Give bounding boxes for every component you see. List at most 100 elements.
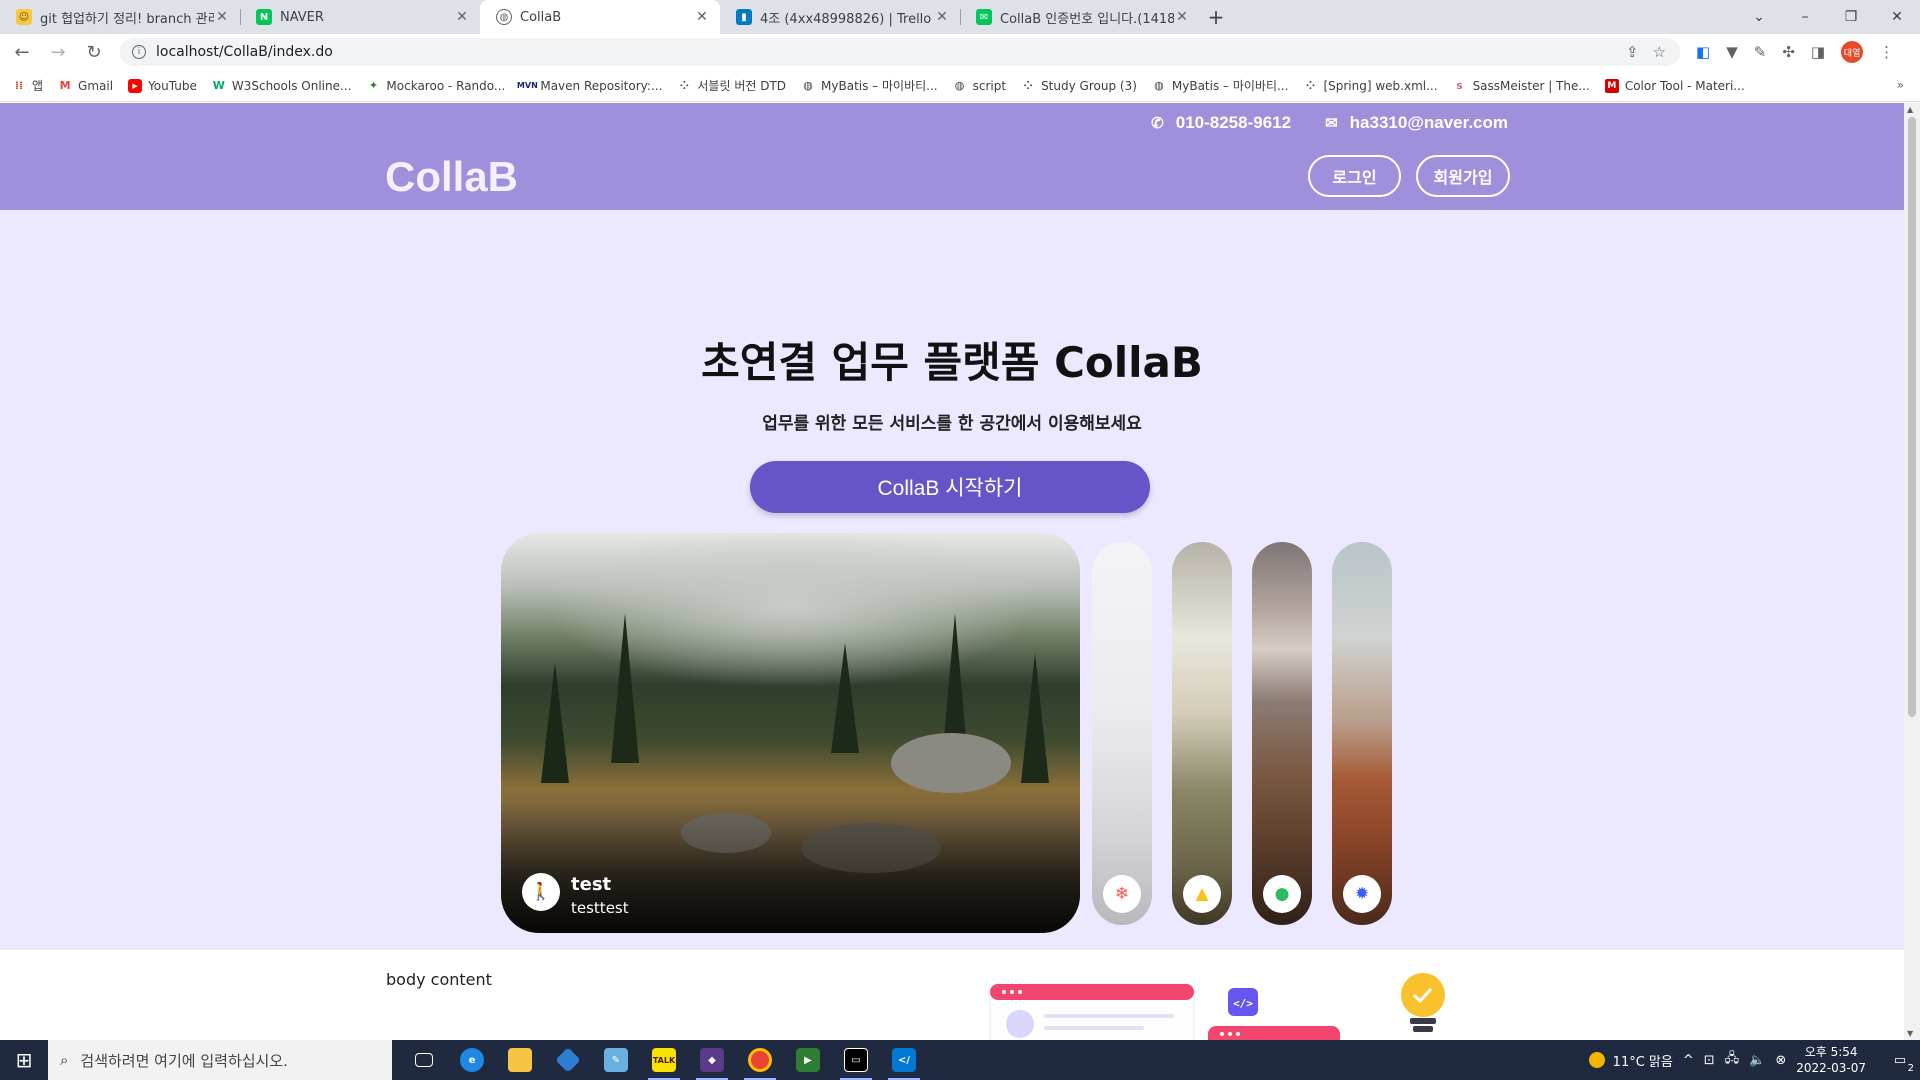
bookmark-label: MyBatis – 마이바티... xyxy=(821,79,938,93)
dots-icon: ⁘ xyxy=(1023,79,1033,92)
minimize-button[interactable]: – xyxy=(1782,0,1828,34)
search-placeholder: 검색하려면 여기에 입력하십시오. xyxy=(80,1051,288,1070)
scroll-down-arrow-icon[interactable]: ▼ xyxy=(1907,1029,1913,1038)
bookmark-label: W3Schools Online... xyxy=(231,78,352,93)
vue-devtools-icon[interactable]: ▼ xyxy=(1726,43,1738,61)
bookmark-star-icon[interactable]: ☆ xyxy=(1653,43,1666,61)
taskbar-search-input[interactable]: ⌕ 검색하려면 여기에 입력하십시오. xyxy=(48,1040,392,1080)
site-info-icon[interactable]: i xyxy=(132,45,146,59)
scroll-up-arrow-icon[interactable]: ▲ xyxy=(1907,105,1913,114)
close-tab-icon[interactable]: ✕ xyxy=(214,9,230,25)
tab-collab[interactable]: ◍ CollaB ✕ xyxy=(480,0,720,34)
bookmark-color-tool[interactable]: M Color Tool - Materi... xyxy=(1604,78,1745,93)
tab-search-icon[interactable]: ⌄ xyxy=(1736,0,1782,34)
input-language-icon[interactable]: ⊗ xyxy=(1775,1053,1786,1068)
scrollbar-thumb[interactable] xyxy=(1908,117,1916,717)
terminal-icon[interactable]: ▭ xyxy=(832,1040,880,1080)
notification-count: 2 xyxy=(1907,1063,1914,1074)
back-button[interactable]: ← xyxy=(8,42,36,63)
new-tab-button[interactable]: + xyxy=(1200,0,1232,34)
apps-icon: ⁞⁞ xyxy=(14,79,24,92)
bookmark-w3schools[interactable]: W W3Schools Online... xyxy=(212,79,352,93)
file-explorer-icon[interactable] xyxy=(496,1040,544,1080)
reload-button[interactable]: ↻ xyxy=(80,42,108,63)
url-field[interactable]: i localhost/CollaB/index.do ⇪ ☆ xyxy=(120,38,1680,66)
clock[interactable]: 오후 5:54 2022-03-07 xyxy=(1796,1044,1866,1076)
globe-icon: ◍ xyxy=(954,79,965,92)
taskbar: ⊞ ⌕ 검색하려면 여기에 입력하십시오. e ✎ TALK ◆ ▶ ▭ </ … xyxy=(0,1040,1920,1080)
bookmark-mockaroo[interactable]: ✦ Mockaroo - Rando... xyxy=(366,79,506,93)
bookmark-gmail[interactable]: M Gmail xyxy=(58,79,114,93)
edge-icon[interactable]: e xyxy=(448,1040,496,1080)
close-tab-icon[interactable]: ✕ xyxy=(934,9,950,25)
bookmark-label: Maven Repository:... xyxy=(540,78,663,93)
eclipse-icon[interactable]: ✎ xyxy=(592,1040,640,1080)
feature-card-winter[interactable]: ❄ xyxy=(1092,542,1152,925)
bookmark-sassmeister[interactable]: ꜱ SassMeister | The... xyxy=(1453,79,1590,93)
game-app-icon[interactable]: ◆ xyxy=(688,1040,736,1080)
puzzle-icon[interactable]: ✣ xyxy=(1782,43,1795,61)
bookmark-spring-webxml[interactable]: ⁘ [Spring] web.xml... xyxy=(1303,78,1438,93)
tab-git[interactable]: ☺ git 협업하기 정리! branch 관리 ✕ xyxy=(0,0,240,34)
menu-icon[interactable]: ⋮ xyxy=(1879,43,1894,61)
kakaotalk-icon[interactable]: TALK xyxy=(640,1040,688,1080)
extension-icon[interactable]: ◧ xyxy=(1696,43,1710,61)
side-panel-icon[interactable]: ◨ xyxy=(1811,43,1825,61)
weather-text[interactable]: 11°C 맑음 xyxy=(1613,1051,1673,1070)
login-button[interactable]: 로그인 xyxy=(1308,155,1401,197)
sourcetree-icon[interactable] xyxy=(544,1040,592,1080)
bookmark-mybatis-2[interactable]: ◍ MyBatis – 마이바티... xyxy=(1152,77,1289,94)
feature-card-desert[interactable]: ✹ xyxy=(1332,542,1392,925)
page-viewport: ✆ 010-8258-9612 ✉ ha3310@naver.com Colla… xyxy=(0,103,1904,1040)
forward-button[interactable]: → xyxy=(44,42,72,63)
windows-start-icon[interactable]: ⊞ xyxy=(0,1040,48,1080)
chrome-icon[interactable] xyxy=(736,1040,784,1080)
close-tab-icon[interactable]: ✕ xyxy=(454,9,470,25)
bookmark-youtube[interactable]: ▶ YouTube xyxy=(128,78,197,93)
volume-icon[interactable]: 🔈 xyxy=(1749,1053,1765,1068)
tab-naver[interactable]: N NAVER ✕ xyxy=(240,0,480,34)
gmail-icon: M xyxy=(59,79,71,92)
feature-card-active[interactable]: 🚶 test testtest xyxy=(501,533,1080,933)
feature-card-forest[interactable]: ▲ xyxy=(1172,542,1232,925)
site-logo[interactable]: CollaB xyxy=(385,153,518,201)
bookmark-label: [Spring] web.xml... xyxy=(1323,78,1438,93)
tab-trello[interactable]: ▮ 4조 (4xx48998826) | Trello ✕ xyxy=(720,0,960,34)
bookmark-label: MyBatis – 마이바티... xyxy=(1171,79,1289,93)
tab-mail[interactable]: ✉ CollaB 인증번호 입니다.(14183) ✕ xyxy=(960,0,1200,34)
feature-card-lake[interactable]: ● xyxy=(1252,542,1312,925)
more-bookmarks-button[interactable]: » xyxy=(1897,78,1904,92)
restore-button[interactable]: ❐ xyxy=(1828,0,1874,34)
search-icon: ⌕ xyxy=(60,1051,69,1069)
notification-center-icon[interactable]: ▭ 2 xyxy=(1880,1040,1920,1080)
bookmark-study-group[interactable]: ⁘ Study Group (3) xyxy=(1021,79,1136,93)
bookmark-script[interactable]: ◍ script xyxy=(953,79,1006,93)
material-icon: M xyxy=(1604,78,1619,93)
close-window-button[interactable]: ✕ xyxy=(1874,0,1920,34)
signup-button[interactable]: 회원가입 xyxy=(1416,155,1510,197)
avatar[interactable]: 대열 xyxy=(1841,41,1864,63)
color-picker-icon[interactable]: ✎ xyxy=(1754,43,1767,61)
video-editor-icon[interactable]: ▶ xyxy=(784,1040,832,1080)
close-tab-icon[interactable]: ✕ xyxy=(694,9,710,25)
bookmark-mybatis[interactable]: ◍ MyBatis – 마이바티... xyxy=(801,77,938,94)
address-bar: ← → ↻ i localhost/CollaB/index.do ⇪ ☆ ◧ … xyxy=(0,34,1920,70)
bookmark-label: script xyxy=(972,78,1007,93)
globe-icon: ◍ xyxy=(496,9,512,25)
tab-title: CollaB 인증번호 입니다.(14183) xyxy=(1000,11,1174,27)
task-view-icon[interactable] xyxy=(400,1040,448,1080)
snowflake-icon: ❄ xyxy=(1103,875,1141,913)
bookmark-maven[interactable]: MVN Maven Repository:... xyxy=(517,78,663,93)
page-scrollbar[interactable]: ▲ ▼ xyxy=(1904,103,1920,1040)
bookmark-apps[interactable]: ⁞⁞ 앱 xyxy=(12,77,43,94)
contact-info: ✆ 010-8258-9612 ✉ ha3310@naver.com xyxy=(1151,113,1508,133)
show-hidden-icons-icon[interactable]: ^ xyxy=(1683,1053,1694,1068)
share-icon[interactable]: ⇪ xyxy=(1626,43,1639,61)
ime-icon[interactable]: ⊡ xyxy=(1704,1053,1715,1068)
start-collab-button[interactable]: CollaB 시작하기 xyxy=(750,461,1150,513)
vscode-icon[interactable]: </ xyxy=(880,1040,928,1080)
bookmark-label: 서블릿 버전 DTD xyxy=(697,79,787,93)
close-tab-icon[interactable]: ✕ xyxy=(1174,9,1190,25)
network-icon[interactable]: 🖧 xyxy=(1725,1049,1740,1071)
bookmark-servlet-dtd[interactable]: ⁘ 서블릿 버전 DTD xyxy=(677,77,786,94)
